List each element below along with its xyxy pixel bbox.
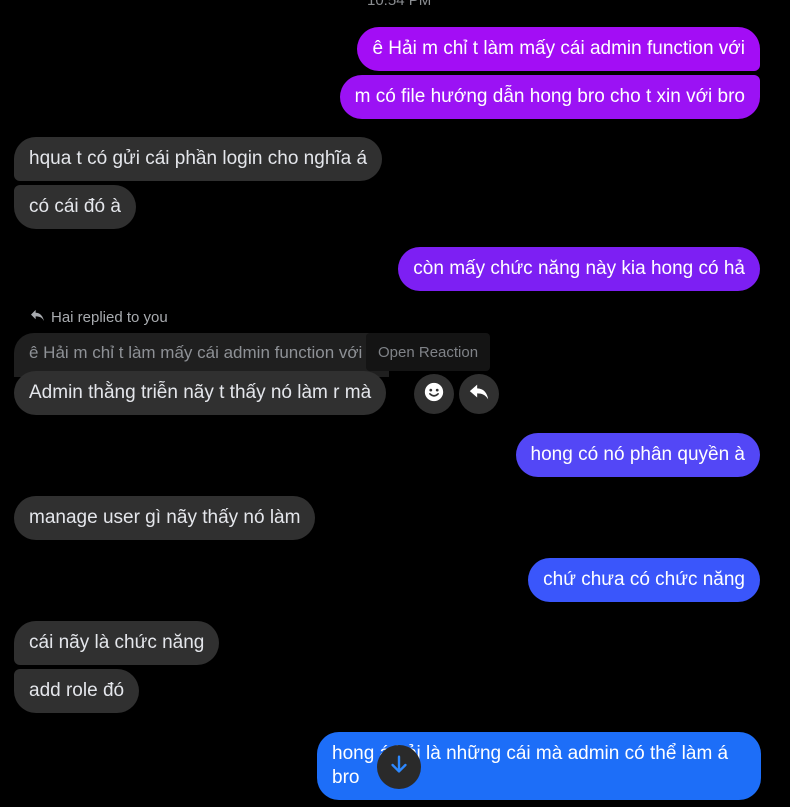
timestamp: 10:54 PM [367, 0, 432, 9]
message-received[interactable]: hqua t có gửi cái phần login cho nghĩa á [14, 137, 383, 181]
message-sent[interactable]: chứ chưa có chức năng [528, 558, 760, 602]
message-received[interactable]: manage user gì nãy thấy nó làm [14, 496, 316, 540]
message-sent[interactable]: hong có nó phân quyền à [515, 433, 760, 477]
arrow-down-icon [388, 754, 410, 781]
reply-arrow-icon [30, 309, 45, 326]
message-received[interactable]: Admin thằng triễn nãy t thấy nó làm r mà [14, 371, 387, 415]
react-button[interactable] [414, 374, 454, 414]
open-reaction-tooltip: Open Reaction [366, 333, 491, 371]
reply-header-text: Hai replied to you [51, 309, 168, 326]
reply-header: Hai replied to you [30, 309, 168, 326]
message-received[interactable]: cái nãy là chức năng [14, 621, 220, 665]
message-sent[interactable]: m có file hướng dẫn hong bro cho t xin v… [339, 75, 760, 119]
reply-button[interactable] [459, 374, 499, 414]
message-received[interactable]: add role đó [14, 669, 140, 713]
scroll-to-bottom-button[interactable] [377, 745, 421, 789]
message-sent[interactable]: còn mấy chức năng này kia hong có hả [398, 247, 760, 291]
smiley-icon [423, 381, 445, 408]
reply-icon [468, 381, 490, 408]
message-received[interactable]: có cái đó à [14, 185, 136, 229]
message-sent[interactable]: ê Hải m chỉ t làm mấy cái admin function… [357, 27, 760, 71]
